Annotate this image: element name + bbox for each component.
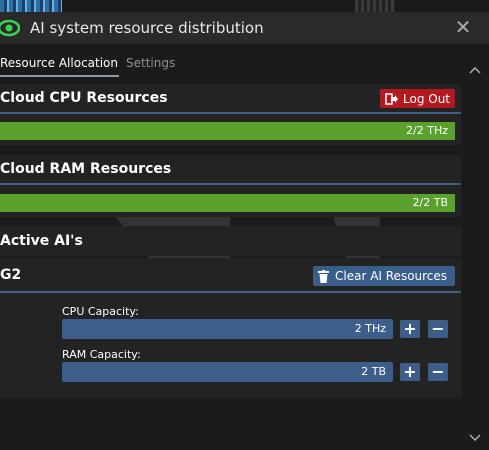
ram-capacity-value: 2 TB [361,365,386,378]
tab-resource-allocation[interactable]: Resource Allocation [0,56,118,70]
cpu-progress-bar: 2/2 THz [0,122,455,140]
background-thumbnail [0,0,62,12]
cpu-section-rule [0,112,461,114]
active-ais-title: Active AI's [0,233,83,249]
ai-entry-rule [0,291,461,293]
tab-settings[interactable]: Settings [126,56,175,70]
chevron-down-icon[interactable] [467,432,483,444]
ram-progress-fill [0,194,455,212]
trash-icon [318,269,329,283]
clear-ai-resources-button[interactable]: Clear AI Resources [313,266,455,286]
logout-label: Log Out [403,91,451,106]
tab-bar: Resource Allocation Settings [0,44,462,80]
cpu-capacity-field: 2 THz [62,319,393,339]
ram-increase-button[interactable]: + [400,363,420,381]
ram-capacity-label: RAM Capacity: [62,348,141,361]
background-thumbnail [355,0,395,12]
window-title: AI system resource distribution [30,19,264,37]
clear-ai-resources-label: Clear AI Resources [335,269,448,283]
ai-entry: G2 Clear AI Resources CPU Capacity: 2 TH… [0,258,461,398]
resource-window: AI system resource distribution ✕ Resour… [0,12,489,450]
cpu-progress-text: 2/2 THz [406,124,448,137]
cpu-progress-fill [0,122,455,140]
cpu-section: Cloud CPU Resources Log Out 2/2 THz [0,84,461,145]
logout-button[interactable]: Log Out [380,89,455,108]
scrollbar[interactable] [462,56,489,450]
ram-section-title: Cloud RAM Resources [0,161,172,177]
title-bar: AI system resource distribution ✕ [0,12,489,44]
cpu-capacity-value: 2 THz [354,322,386,335]
background-strip [0,0,489,12]
active-tab-underline [0,75,119,77]
ai-name: G2 [0,267,22,283]
ram-section-rule [0,183,461,185]
ram-progress-text: 2/2 TB [412,196,448,209]
active-ais-section: Active AI's [0,226,461,256]
cpu-capacity-label: CPU Capacity: [62,305,139,318]
chevron-up-icon[interactable] [467,64,483,76]
ram-decrease-button[interactable]: − [428,363,448,381]
logout-icon [385,92,399,105]
ram-capacity-field: 2 TB [62,362,393,382]
eye-icon [0,19,21,37]
cpu-section-title: Cloud CPU Resources [0,90,168,106]
close-icon[interactable]: ✕ [453,17,473,37]
cpu-increase-button[interactable]: + [400,320,420,338]
cpu-decrease-button[interactable]: − [428,320,448,338]
ram-section: Cloud RAM Resources 2/2 TB [0,155,461,217]
ram-progress-bar: 2/2 TB [0,194,455,212]
